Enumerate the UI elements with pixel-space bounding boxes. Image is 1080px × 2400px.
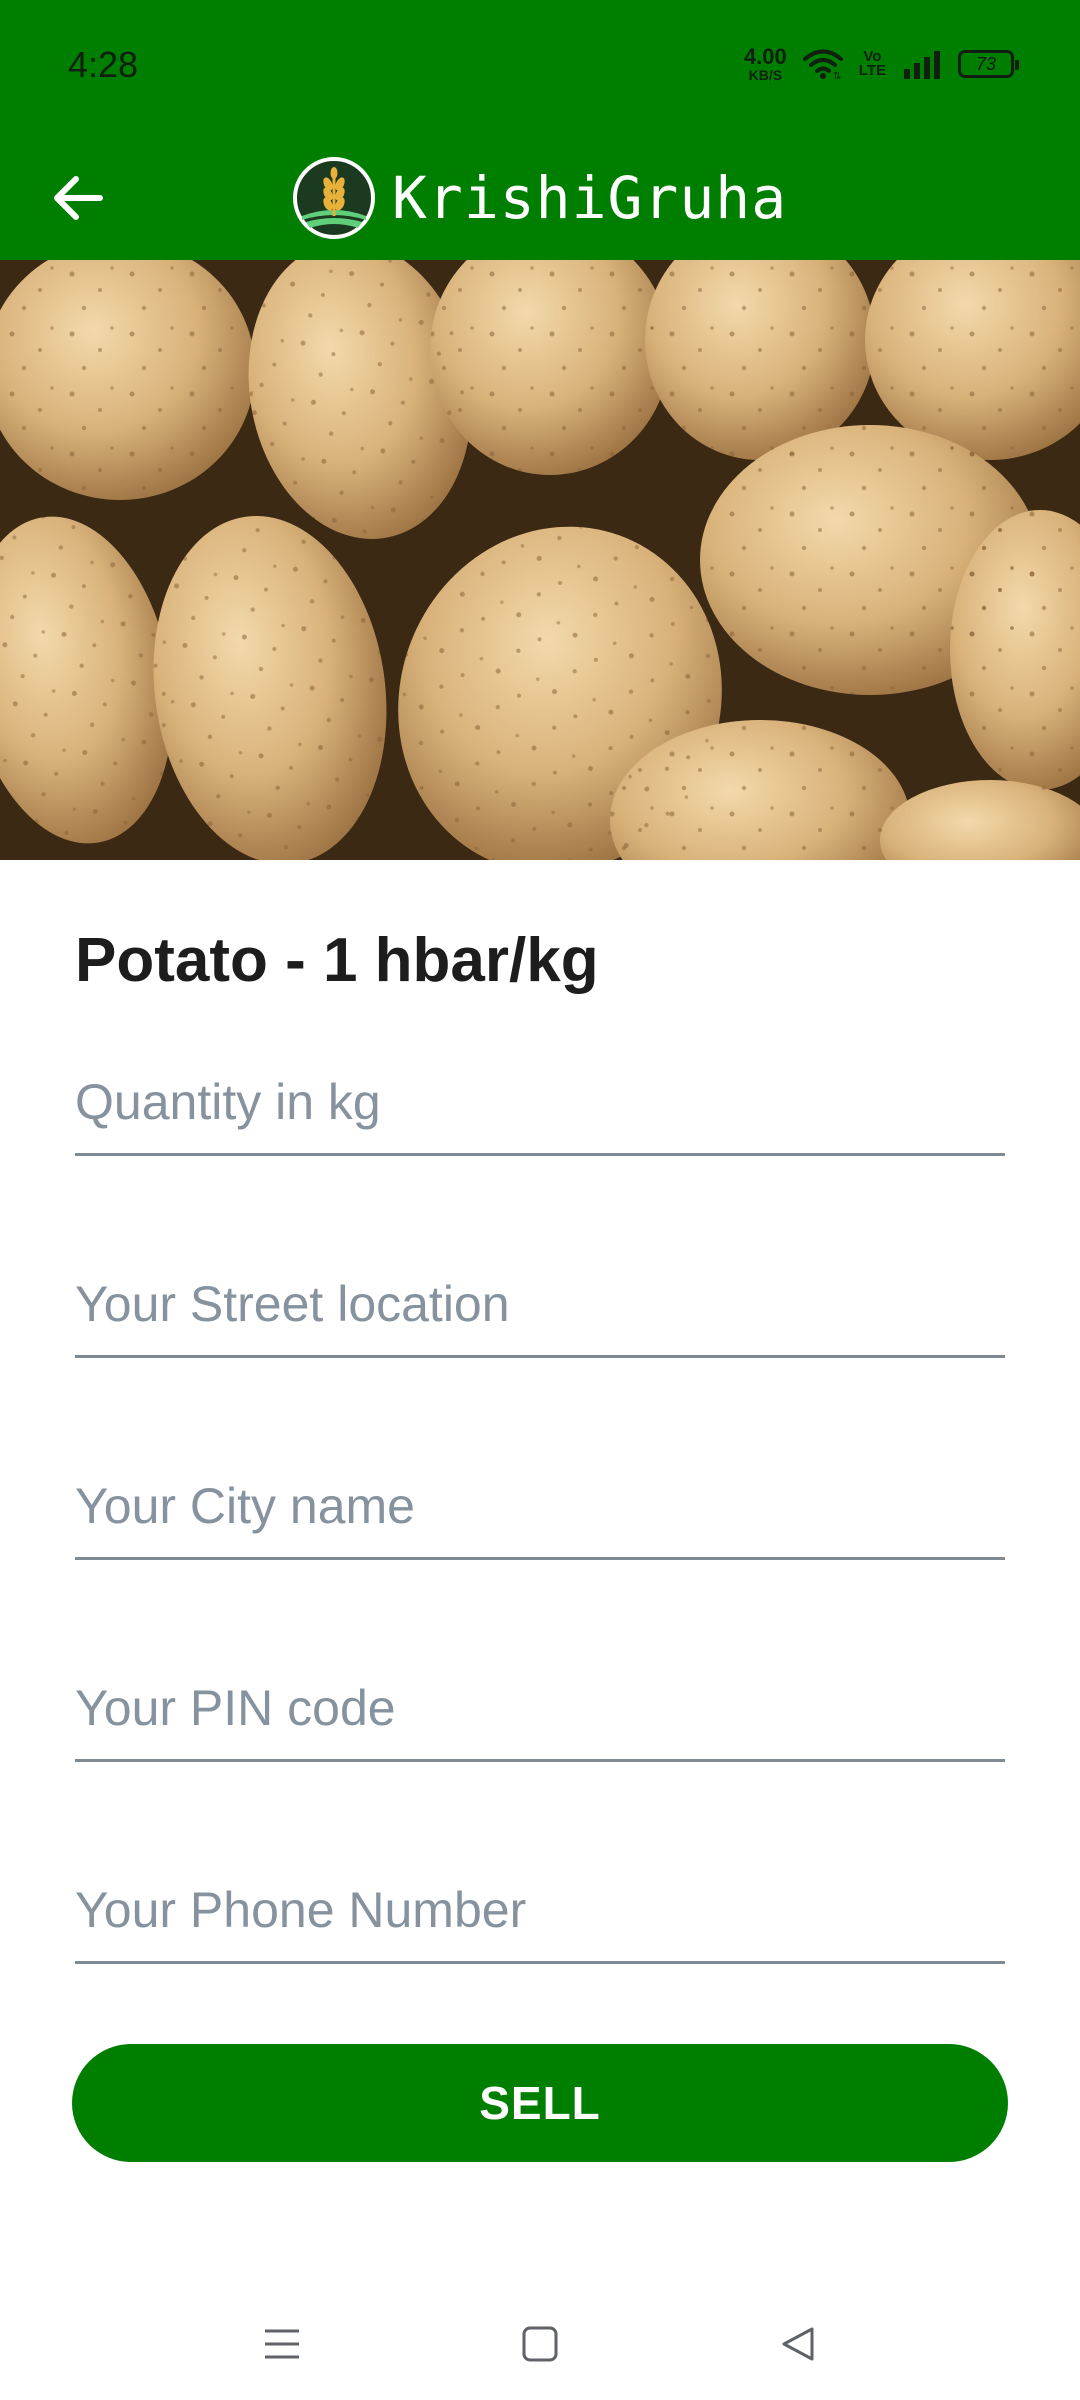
signal-icon <box>904 51 940 79</box>
app-brand: KrishiGruha <box>292 156 787 240</box>
arrow-left-icon <box>54 176 103 220</box>
network-speed-unit: KB/S <box>748 67 783 83</box>
wheat-logo-icon <box>293 157 375 239</box>
quantity-input[interactable] <box>75 1073 1005 1131</box>
wifi-icon: ⇅ <box>802 49 843 80</box>
home-button[interactable] <box>500 2304 580 2384</box>
city-field <box>75 1460 1005 1560</box>
street-input[interactable] <box>75 1275 1005 1333</box>
network-speed-value: 4.00 <box>743 44 787 69</box>
pin-input[interactable] <box>75 1679 1005 1737</box>
pin-field <box>75 1662 1005 1762</box>
potatoes-photo <box>0 260 1080 860</box>
phone-input[interactable] <box>75 1881 1005 1939</box>
back-button[interactable] <box>40 166 116 230</box>
quantity-field <box>75 1056 1005 1156</box>
product-title: Potato - 1 hbar/kg <box>75 926 599 995</box>
product-image <box>0 260 1080 860</box>
battery-level: 73 <box>975 53 997 74</box>
volte-bottom-label: LTE <box>858 62 886 79</box>
street-field <box>75 1258 1005 1358</box>
volte-icon: Vo LTE <box>858 49 886 79</box>
sell-button[interactable]: SELL <box>72 2044 1008 2162</box>
battery-icon: 73 <box>958 50 1019 78</box>
status-time: 4:28 <box>68 44 139 85</box>
home-square-icon <box>522 2326 558 2362</box>
system-nav-bar <box>0 2280 1080 2400</box>
recents-button[interactable] <box>242 2304 322 2384</box>
status-bar: 4:28 4.00 KB/S ⇅ Vo LTE 73 <box>0 0 1080 136</box>
back-nav-button[interactable] <box>758 2304 838 2384</box>
app-title: KrishiGruha <box>392 164 788 232</box>
phone-field <box>75 1864 1005 1964</box>
menu-icon <box>265 2329 299 2359</box>
city-input[interactable] <box>75 1477 1005 1535</box>
status-icons: 4.00 KB/S ⇅ Vo LTE 73 <box>743 44 1019 83</box>
network-speed: 4.00 KB/S <box>743 44 787 83</box>
app-bar: KrishiGruha <box>0 136 1080 260</box>
svg-text:⇅: ⇅ <box>833 71 841 80</box>
back-triangle-icon <box>782 2327 814 2361</box>
